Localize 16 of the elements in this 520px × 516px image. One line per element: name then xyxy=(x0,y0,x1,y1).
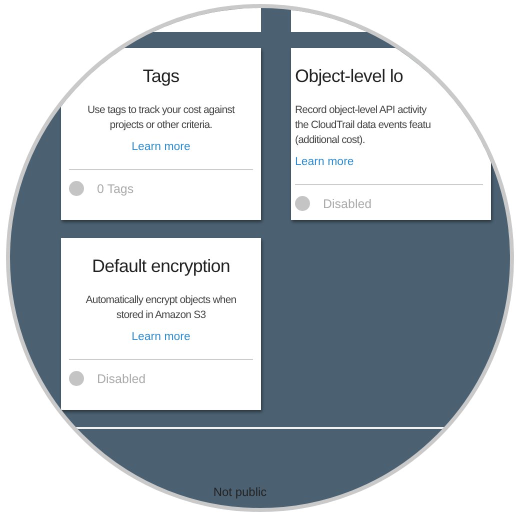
card-title: Default encryption xyxy=(92,256,230,277)
learn-more-link[interactable]: Learn more xyxy=(132,141,190,153)
settings-card[interactable]: Object-level lo Record object-level API activity the CloudTrail data events featu (additional cost). Learn more Disabled xyxy=(291,48,491,220)
card-description: Record object-level API activity the CloudTrail data events featu (additional cost). xyxy=(295,103,432,148)
settings-card[interactable]: Tags Use tags to track your cost against projects or other criteria. Learn more 0 Tags xyxy=(61,48,261,220)
learn-more-link[interactable]: Learn more xyxy=(295,156,354,168)
status-text: Disabled xyxy=(97,372,146,386)
card-description: Automatically encrypt objects when stored in Amazon S3 xyxy=(84,293,238,323)
status-text: Disabled xyxy=(323,196,372,210)
learn-more-link[interactable]: Learn more xyxy=(132,331,190,343)
card-title: Object-level lo xyxy=(295,66,404,87)
settings-card[interactable]: Default encryption Automatically encrypt objects when stored in Amazon S3 Learn more Disabled xyxy=(61,238,261,410)
card-description: Use tags to track your cost against projects or other criteria. xyxy=(86,103,236,133)
status-text: 0 Tags xyxy=(97,182,134,196)
access-status: Not public xyxy=(213,485,267,499)
card-title: Tags xyxy=(142,66,180,87)
